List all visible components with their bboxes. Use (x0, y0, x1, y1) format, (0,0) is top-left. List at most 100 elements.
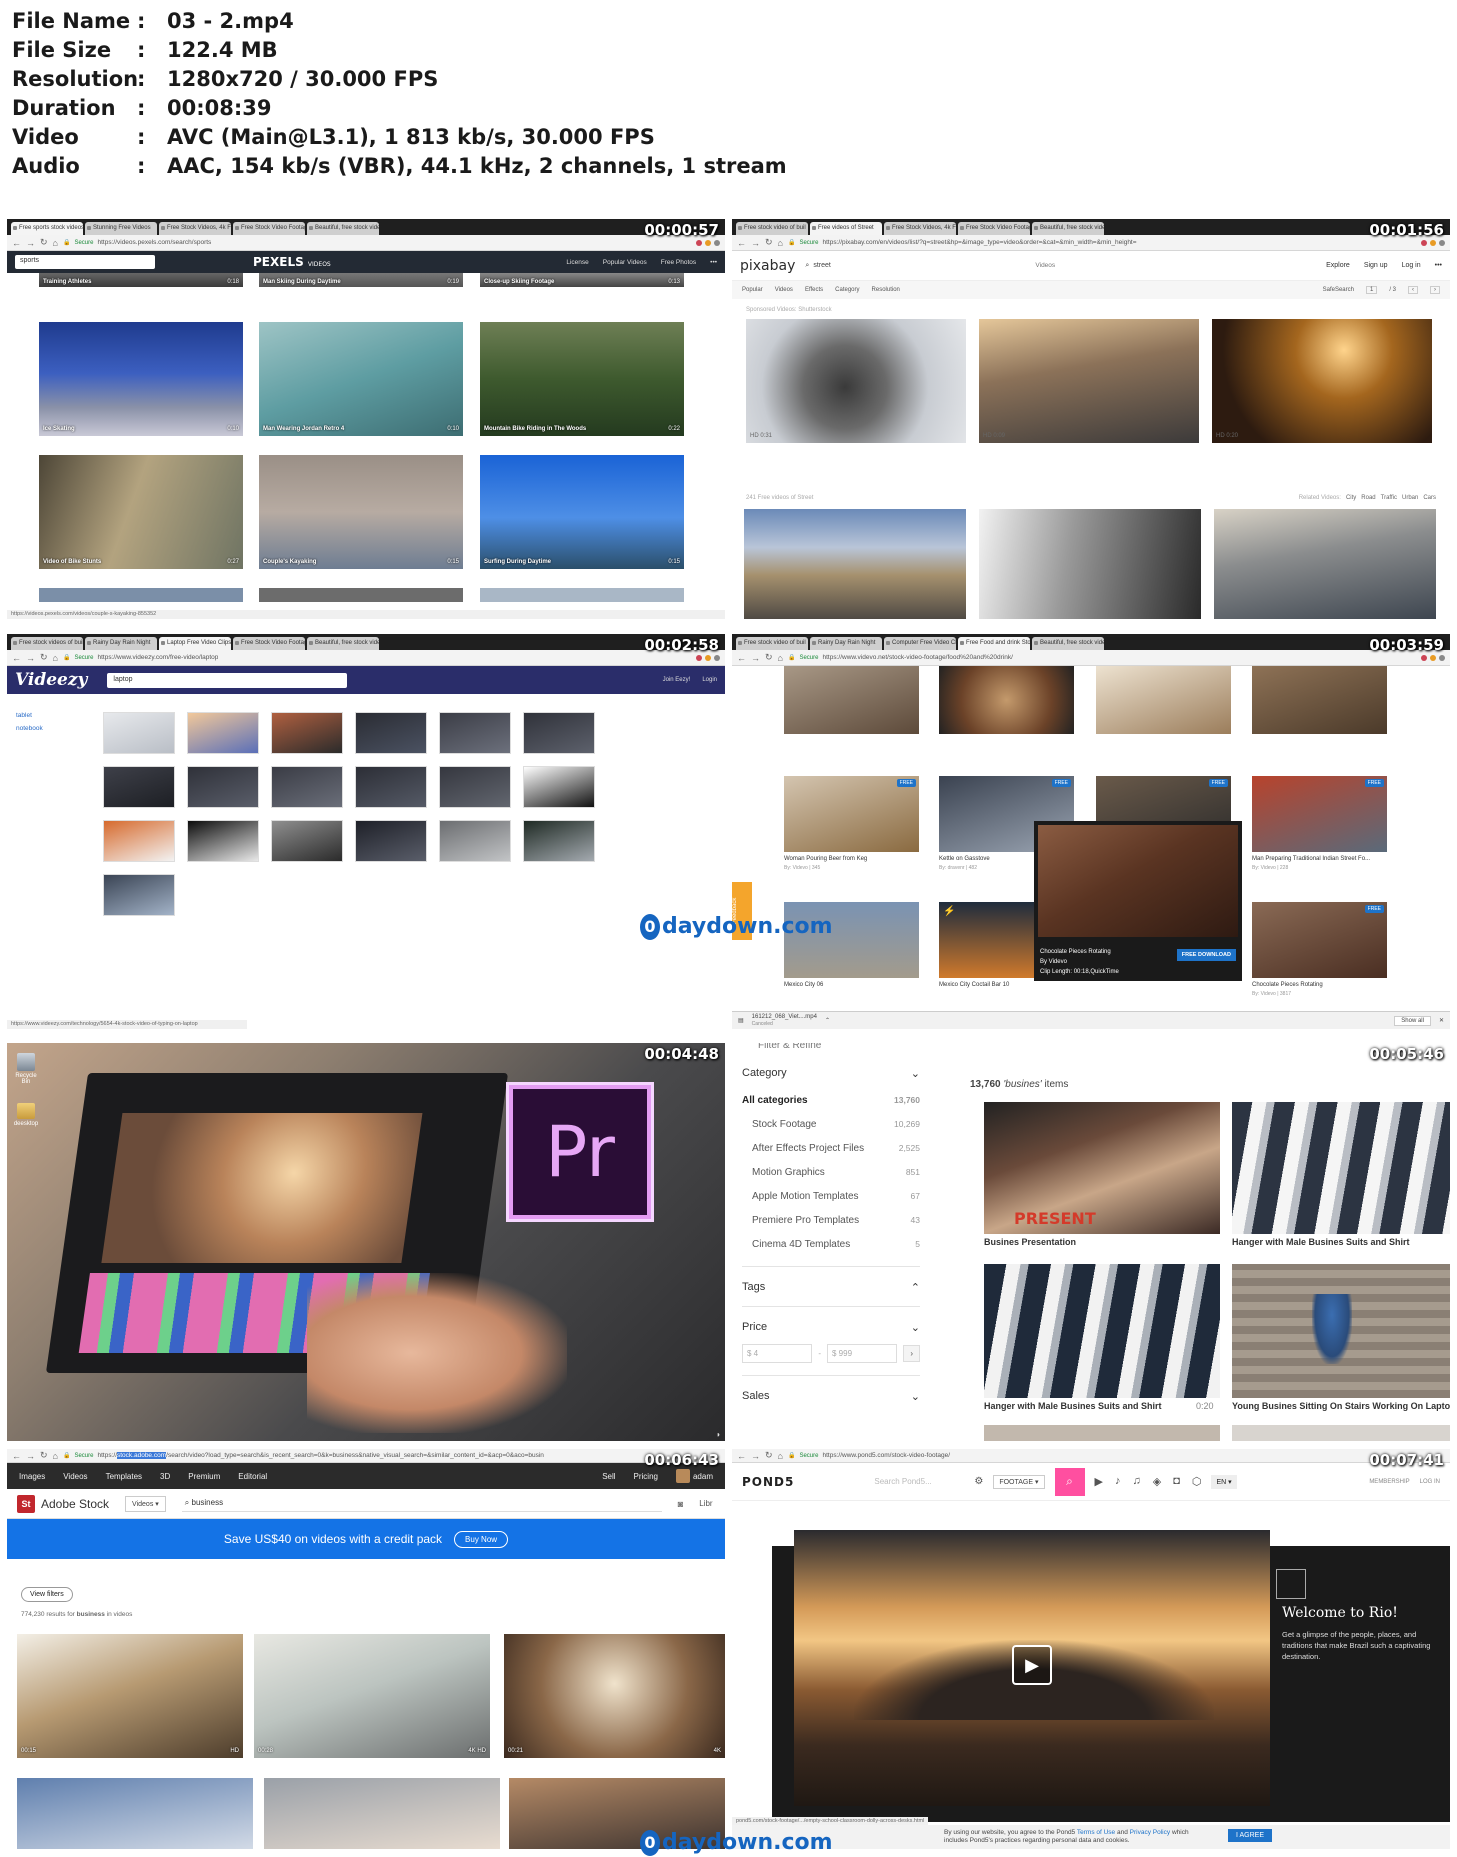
back-icon[interactable]: ← (737, 653, 746, 663)
related-tag[interactable]: Traffic (1381, 495, 1397, 501)
reload-icon[interactable]: ↻ (765, 1450, 773, 1461)
category-item[interactable]: Cinema 4D Templates 5 (742, 1232, 920, 1256)
video-thumbnail[interactable] (355, 766, 427, 808)
forward-icon[interactable]: → (751, 238, 760, 248)
forward-icon[interactable]: → (751, 653, 760, 663)
browser-tab[interactable]: Rainy Day Rain Night (810, 637, 882, 650)
video-card[interactable] (1252, 666, 1387, 734)
browser-tab[interactable]: Free Stock Videos, 4k Fo (159, 222, 231, 235)
price-max-input[interactable]: $ 999 (827, 1344, 898, 1363)
url-field[interactable]: 🔒 Secure https://videos.pexels.com/searc… (63, 239, 691, 246)
browser-tab[interactable]: Stunning Free Videos (85, 222, 157, 235)
video-thumbnail[interactable] (103, 712, 175, 754)
login-link[interactable]: Login (702, 677, 717, 683)
libraries-link[interactable]: Libr (699, 1499, 712, 1508)
music-icon[interactable]: ♪ (1115, 1475, 1121, 1488)
3d-icon[interactable]: ⬡ (1192, 1475, 1202, 1488)
media-type-dropdown[interactable]: Videos (1035, 262, 1055, 269)
browser-tab[interactable]: Beautiful, free stock vide (307, 637, 379, 650)
adobe-stock-logo[interactable]: St Adobe Stock (17, 1494, 109, 1513)
next-page-icon[interactable]: › (1430, 286, 1440, 294)
back-icon[interactable]: ← (737, 238, 746, 248)
play-icon[interactable]: ▶ (1012, 1645, 1052, 1685)
video-thumbnail[interactable] (187, 712, 259, 754)
video-thumbnail[interactable] (271, 712, 343, 754)
forward-icon[interactable]: → (751, 1451, 760, 1461)
membership-link[interactable]: MEMBERSHIP (1369, 1479, 1409, 1485)
video-card[interactable]: Video of Bike Stunts 0:27 (39, 455, 243, 569)
video-card[interactable] (1214, 509, 1436, 619)
back-icon[interactable]: ← (12, 653, 21, 663)
video-thumbnail[interactable] (103, 874, 175, 916)
browser-tab[interactable]: Laptop Free Video Clips (159, 637, 231, 650)
browser-tab[interactable]: Free Stock Video Footag (958, 222, 1030, 235)
related-tag[interactable]: notebook (16, 725, 43, 732)
video-card[interactable]: HD 0:20 (1212, 319, 1432, 443)
video-thumbnail[interactable] (355, 712, 427, 754)
filter-resolution[interactable]: Resolution (872, 287, 900, 293)
view-filters-button[interactable]: View filters (21, 1587, 73, 1602)
video-card[interactable] (39, 588, 243, 602)
terms-link[interactable]: Terms of Use (1077, 1829, 1115, 1836)
price-heading[interactable]: Price ⌄ (742, 1321, 920, 1334)
category-item[interactable]: All categories 13,760 (742, 1088, 920, 1112)
video-card[interactable]: Couple's Kayaking 0:15 (259, 455, 463, 569)
video-thumbnail[interactable] (103, 820, 175, 862)
pixabay-logo[interactable]: pixabay (740, 258, 795, 274)
url-field[interactable]: 🔒 Secure https://www.videvo.net/stock-vi… (788, 654, 1416, 661)
video-card[interactable]: 00:28 4K HD (254, 1634, 490, 1758)
more-icon[interactable]: ••• (1435, 262, 1442, 269)
menu-item[interactable]: 3D (160, 1472, 170, 1481)
download-item[interactable]: 161212_068_Viet....mp4 Canceled (752, 1014, 817, 1028)
home-icon[interactable]: ⌂ (53, 238, 58, 248)
menu-item[interactable]: Templates (106, 1472, 142, 1481)
related-tag[interactable]: Urban (1402, 495, 1418, 501)
video-card[interactable]: Man Skiing During Daytime 0:19 (259, 273, 463, 287)
video-title[interactable]: Busines Presentation (984, 1237, 1076, 1247)
forward-icon[interactable]: → (26, 1451, 35, 1461)
search-input[interactable]: sports (15, 255, 155, 269)
video-card[interactable]: FREE (1252, 776, 1387, 852)
page-number[interactable]: 1 (1365, 286, 1378, 294)
back-icon[interactable]: ← (12, 238, 21, 248)
video-card[interactable]: Ice Skating 0:10 (39, 322, 243, 436)
video-preview-popup[interactable]: Chocolate Pieces Rotating By Videvo Clip… (1034, 821, 1242, 981)
media-type-dropdown[interactable]: FOOTAGE ▾ (993, 1474, 1045, 1489)
related-tag[interactable]: Cars (1423, 495, 1436, 501)
desktop-icon-folder[interactable]: deesktop (13, 1103, 39, 1127)
menu-item[interactable]: Editorial (238, 1472, 267, 1481)
video-card[interactable] (1232, 1425, 1450, 1441)
forward-icon[interactable]: → (26, 653, 35, 663)
filter-popular[interactable]: Popular (742, 287, 763, 293)
forward-icon[interactable]: → (26, 238, 35, 248)
buy-now-button[interactable]: Buy Now (454, 1530, 509, 1548)
video-title[interactable]: Kettle on Gasstove (939, 856, 990, 862)
video-thumbnail[interactable] (187, 766, 259, 808)
browser-tab[interactable]: Free Stock Videos, 4k Fo (884, 222, 956, 235)
video-title[interactable]: Mexico City 06 (784, 982, 823, 988)
nav-link-login[interactable]: Log in (1402, 262, 1421, 269)
category-item[interactable]: Premiere Pro Templates 43 (742, 1208, 920, 1232)
video-card[interactable] (264, 1778, 500, 1849)
video-title[interactable]: Chocolate Pieces Rotating (1252, 982, 1323, 988)
reload-icon[interactable]: ↻ (765, 652, 773, 663)
close-icon[interactable]: ✕ (1439, 1017, 1444, 1024)
filter-icon[interactable]: ⚙ (974, 1476, 983, 1487)
sell-link[interactable]: Sell (602, 1472, 615, 1481)
home-icon[interactable]: ⌂ (778, 238, 783, 248)
menu-item[interactable]: Videos (63, 1472, 87, 1481)
video-thumbnail[interactable] (523, 820, 595, 862)
browser-tab[interactable]: Free stock video of buil (736, 222, 808, 235)
video-card[interactable]: HD 0:09 (979, 319, 1199, 443)
sound-effects-icon[interactable]: ♫ (1132, 1475, 1140, 1488)
related-tag[interactable]: tablet (16, 712, 32, 719)
video-card[interactable]: Man Wearing Jordan Retro 4 0:10 (259, 322, 463, 436)
language-dropdown[interactable]: EN ▾ (1211, 1474, 1237, 1489)
url-field[interactable]: 🔒 Secure https://www.pond5.com/stock-vid… (788, 1452, 1445, 1459)
video-card[interactable] (744, 509, 966, 619)
video-card[interactable] (784, 666, 919, 734)
related-tag[interactable]: Road (1361, 495, 1375, 501)
video-card[interactable] (259, 588, 463, 602)
camera-icon[interactable]: ◙ (678, 1499, 683, 1509)
video-card[interactable] (480, 588, 684, 602)
